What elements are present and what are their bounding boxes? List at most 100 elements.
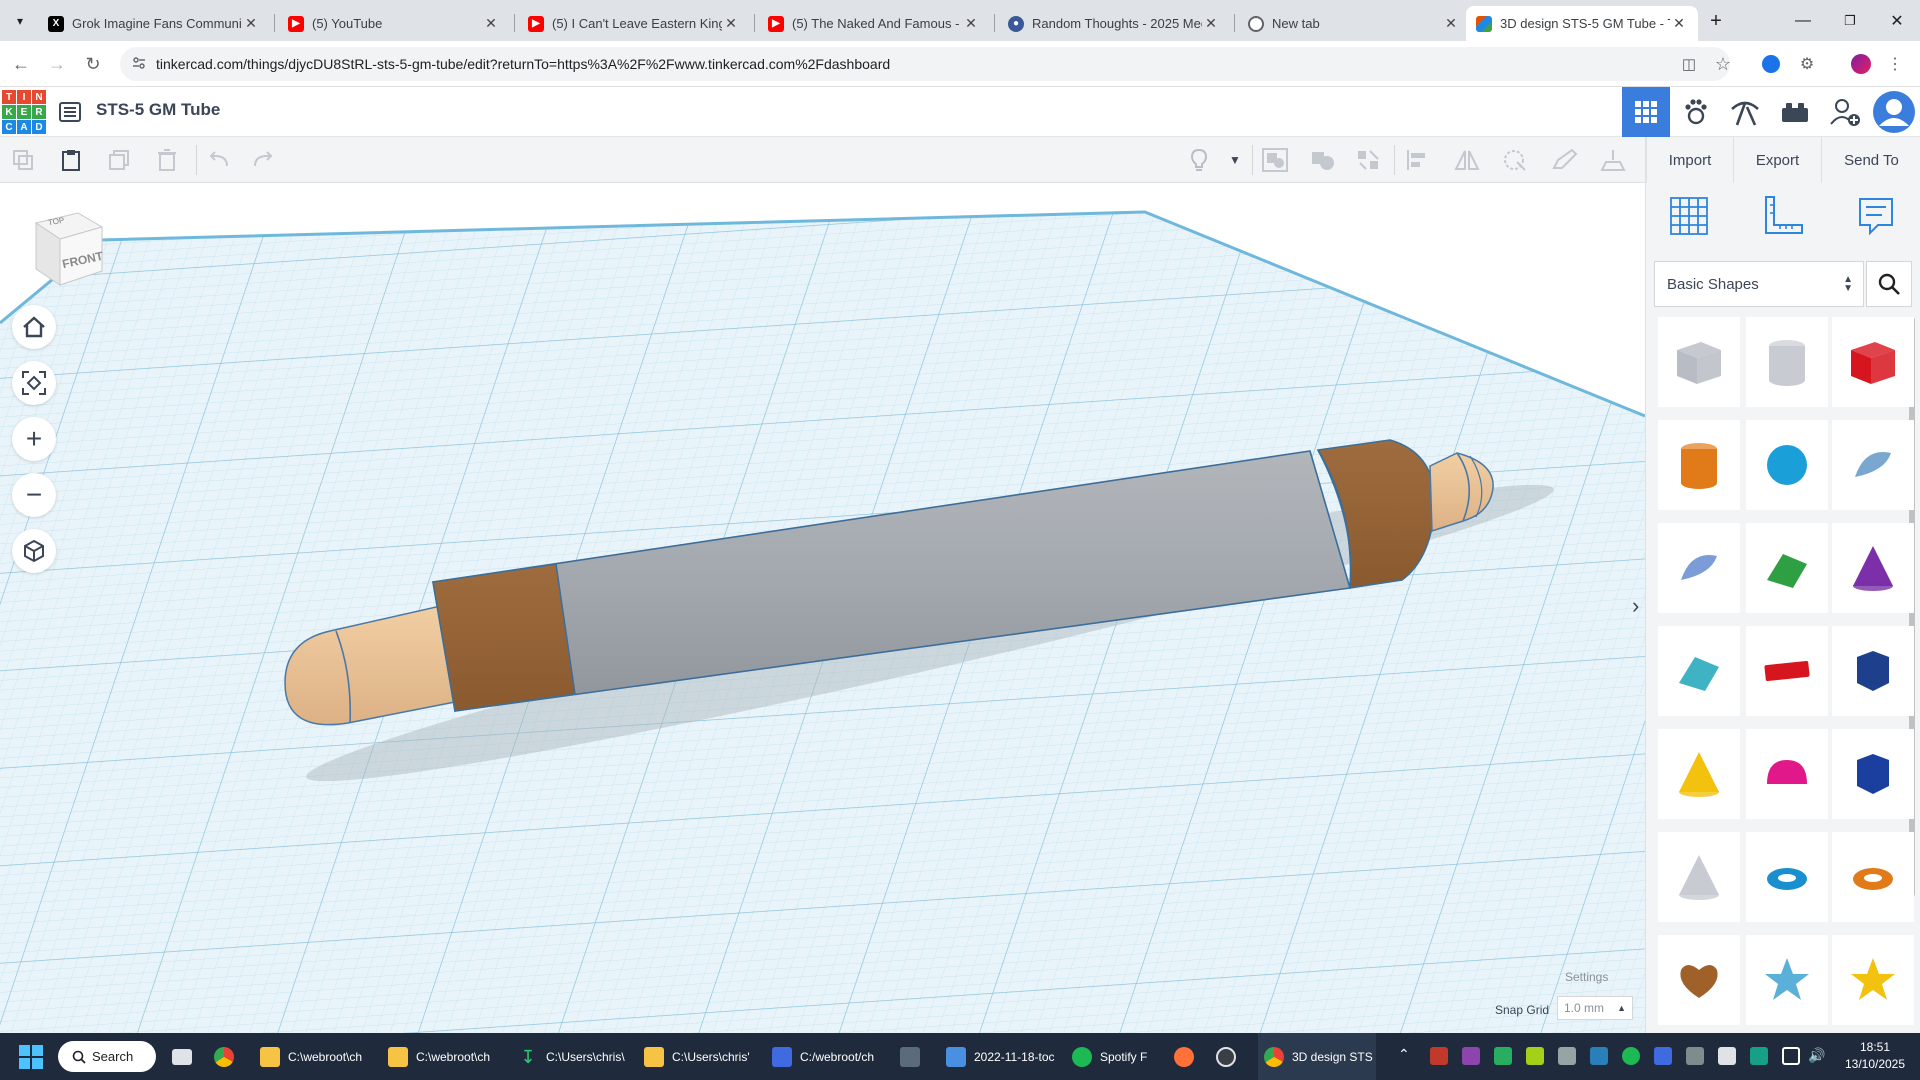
tray-icon-9[interactable] xyxy=(1686,1047,1704,1065)
shape-box[interactable] xyxy=(1832,317,1914,407)
snap-grid-select[interactable]: 1.0 mm ▲ xyxy=(1557,996,1633,1020)
install-app-icon[interactable]: ◫ xyxy=(1674,49,1704,79)
blocks-button[interactable] xyxy=(1721,87,1769,137)
mirror-icon[interactable] xyxy=(1454,147,1480,173)
taskbar-item-downloads[interactable]: ↧ C:\Users\chris\ xyxy=(518,1033,636,1080)
shape-star[interactable] xyxy=(1832,935,1914,1025)
design-list-icon[interactable] xyxy=(58,100,82,124)
shape-hexagonal-prism[interactable] xyxy=(1832,729,1914,819)
lightbulb-icon[interactable] xyxy=(1186,147,1212,173)
extension-icon[interactable] xyxy=(1756,49,1786,79)
taskbar-item-chrome-active[interactable]: 3D design STS xyxy=(1258,1033,1376,1080)
shape-sphere[interactable] xyxy=(1746,420,1828,510)
browser-menu-icon[interactable]: ⋮ xyxy=(1880,49,1910,79)
import-button[interactable]: Import xyxy=(1646,137,1734,183)
tray-icon-3[interactable] xyxy=(1494,1047,1512,1065)
hole-icon[interactable] xyxy=(1502,147,1528,173)
close-tab-icon[interactable]: ✕ xyxy=(1442,15,1460,32)
align-icon[interactable] xyxy=(1404,147,1430,173)
taskbar-item-terminal[interactable]: C:/webroot/ch xyxy=(772,1033,890,1080)
shape-cone[interactable] xyxy=(1832,523,1914,613)
taskbar-item-notepad[interactable]: 2022-11-18-toc xyxy=(946,1033,1064,1080)
paste-icon[interactable] xyxy=(58,147,84,173)
bookmark-star-icon[interactable]: ☆ xyxy=(1708,49,1738,79)
task-view-button[interactable] xyxy=(172,1033,200,1080)
close-tab-icon[interactable]: ✕ xyxy=(1202,15,1220,32)
close-tab-icon[interactable]: ✕ xyxy=(1670,15,1688,32)
undo-icon[interactable] xyxy=(206,147,232,173)
tray-icon-4[interactable] xyxy=(1526,1047,1544,1065)
tray-icon-2[interactable] xyxy=(1462,1047,1480,1065)
shape-heart[interactable] xyxy=(1658,935,1740,1025)
taskbar-clock[interactable]: 18:51 13/10/2025 xyxy=(1835,1039,1915,1073)
taskbar-search[interactable]: Search xyxy=(58,1041,156,1072)
tab-search-dropdown[interactable]: ▾ xyxy=(6,8,34,34)
taskbar-item-explorer-3[interactable]: C:\Users\chris' xyxy=(644,1033,762,1080)
tab-tinkercad[interactable]: 3D design STS-5 GM Tube - Tin ✕ xyxy=(1466,6,1698,41)
show-hidden-icons[interactable]: ⌃ xyxy=(1398,1046,1410,1063)
user-avatar[interactable] xyxy=(1870,87,1918,137)
tray-icon-1[interactable] xyxy=(1430,1047,1448,1065)
lightbulb-dropdown-icon[interactable]: ▼ xyxy=(1222,147,1248,173)
taskbar-item-explorer-2[interactable]: C:\webroot\ch xyxy=(388,1033,506,1080)
tab-eastern-kingdom[interactable]: ▶ (5) I Can't Leave Eastern Kingdo ✕ xyxy=(518,6,750,41)
3d-view-button[interactable] xyxy=(1622,87,1670,137)
ungroup-icon[interactable] xyxy=(1310,147,1336,173)
zoom-out-button[interactable]: − xyxy=(12,473,56,517)
shape-tube[interactable] xyxy=(1832,832,1914,922)
tray-icon-10[interactable] xyxy=(1718,1047,1736,1065)
close-window-icon[interactable]: ✕ xyxy=(1874,0,1920,41)
shape-torus[interactable] xyxy=(1746,832,1828,922)
tab-naked-and-famous[interactable]: ▶ (5) The Naked And Famous - I ✕ xyxy=(758,6,990,41)
new-tab-button[interactable]: + xyxy=(1702,8,1730,34)
copy-icon[interactable] xyxy=(10,147,36,173)
tinkercad-logo[interactable]: TIN KER CAD xyxy=(2,90,46,134)
start-button[interactable] xyxy=(18,1044,44,1070)
collapse-panel-icon[interactable]: › xyxy=(1632,593,1639,619)
tray-icon-8[interactable] xyxy=(1654,1047,1672,1065)
shape-pyramid[interactable] xyxy=(1658,729,1740,819)
home-view-button[interactable] xyxy=(12,305,56,349)
view-cube[interactable]: TOP FRONT xyxy=(28,209,106,289)
fit-view-button[interactable] xyxy=(12,361,56,405)
cruise-icon[interactable] xyxy=(1356,147,1382,173)
ruler-icon[interactable] xyxy=(1762,195,1804,242)
tab-youtube[interactable]: ▶ (5) YouTube ✕ xyxy=(278,6,510,41)
chrome-taskbar-button[interactable] xyxy=(214,1033,242,1080)
left-band[interactable] xyxy=(432,563,576,712)
taskbar-item-explorer-1[interactable]: C:\webroot\ch xyxy=(260,1033,378,1080)
tray-icon-6[interactable] xyxy=(1590,1047,1608,1065)
group-icon[interactable] xyxy=(1262,147,1288,173)
taskbar-item-spotify[interactable]: Spotify F xyxy=(1072,1033,1172,1080)
minimize-icon[interactable]: — xyxy=(1780,0,1826,41)
shape-round-roof[interactable] xyxy=(1658,626,1740,716)
redo-icon[interactable] xyxy=(250,147,276,173)
notes-icon[interactable] xyxy=(1856,195,1896,242)
tray-icon-7[interactable] xyxy=(1622,1047,1640,1065)
shape-library-select[interactable]: Basic Shapes ▲ ▼ xyxy=(1654,261,1864,307)
profile-avatar[interactable] xyxy=(1846,49,1876,79)
design-title[interactable]: STS-5 GM Tube xyxy=(96,100,220,120)
shape-cylinder[interactable] xyxy=(1658,420,1740,510)
close-tab-icon[interactable]: ✕ xyxy=(962,15,980,32)
tray-icon-5[interactable] xyxy=(1558,1047,1576,1065)
workplane-canvas[interactable] xyxy=(0,183,1645,1033)
send-to-button[interactable]: Send To xyxy=(1822,137,1920,183)
site-info-icon[interactable] xyxy=(132,56,146,70)
bricks-button[interactable] xyxy=(1771,87,1819,137)
workplane-tool-icon[interactable] xyxy=(1668,195,1710,242)
close-tab-icon[interactable]: ✕ xyxy=(482,15,500,32)
shape-roof[interactable] xyxy=(1746,523,1828,613)
network-icon[interactable] xyxy=(1782,1047,1800,1065)
sim-lab-button[interactable] xyxy=(1672,87,1720,137)
shape-half-sphere[interactable] xyxy=(1746,729,1828,819)
shape-search-button[interactable] xyxy=(1866,261,1912,307)
shape-box-striped[interactable] xyxy=(1658,317,1740,407)
delete-icon[interactable] xyxy=(154,147,180,173)
forward-icon[interactable]: → xyxy=(42,49,72,79)
tray-icon-11[interactable] xyxy=(1750,1047,1768,1065)
taskbar-app-firefox[interactable] xyxy=(1174,1033,1202,1080)
url-field[interactable]: tinkercad.com/things/djycDU8StRL-sts-5-g… xyxy=(120,47,1730,81)
tab-random-thoughts[interactable]: ● Random Thoughts - 2025 Mega ✕ xyxy=(998,6,1230,41)
reload-icon[interactable]: ↻ xyxy=(78,49,108,79)
